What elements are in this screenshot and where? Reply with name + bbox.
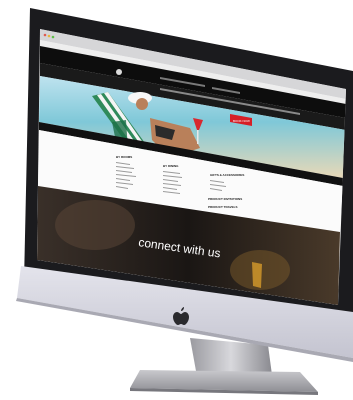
maximize-window-icon[interactable] bbox=[51, 35, 55, 39]
menu-heading: PRODUCT TRAVELS bbox=[208, 205, 237, 209]
menu-heading: GIFTS & ACCESSORIES bbox=[210, 173, 244, 177]
site-logo-icon[interactable] bbox=[116, 69, 122, 75]
imac-scene: BOOK NOW BY ROOMS BY DINING GIFTS & ACCE… bbox=[16, 8, 353, 395]
menu-heading: BY ROOMS bbox=[116, 155, 132, 159]
minimize-window-icon[interactable] bbox=[47, 34, 51, 38]
close-window-icon[interactable] bbox=[43, 33, 47, 37]
menu-heading: PRODUCT INVITATIONS bbox=[208, 197, 242, 201]
hero-button-label: BOOK NOW bbox=[233, 119, 250, 123]
menu-heading: BY DINING bbox=[163, 164, 179, 168]
